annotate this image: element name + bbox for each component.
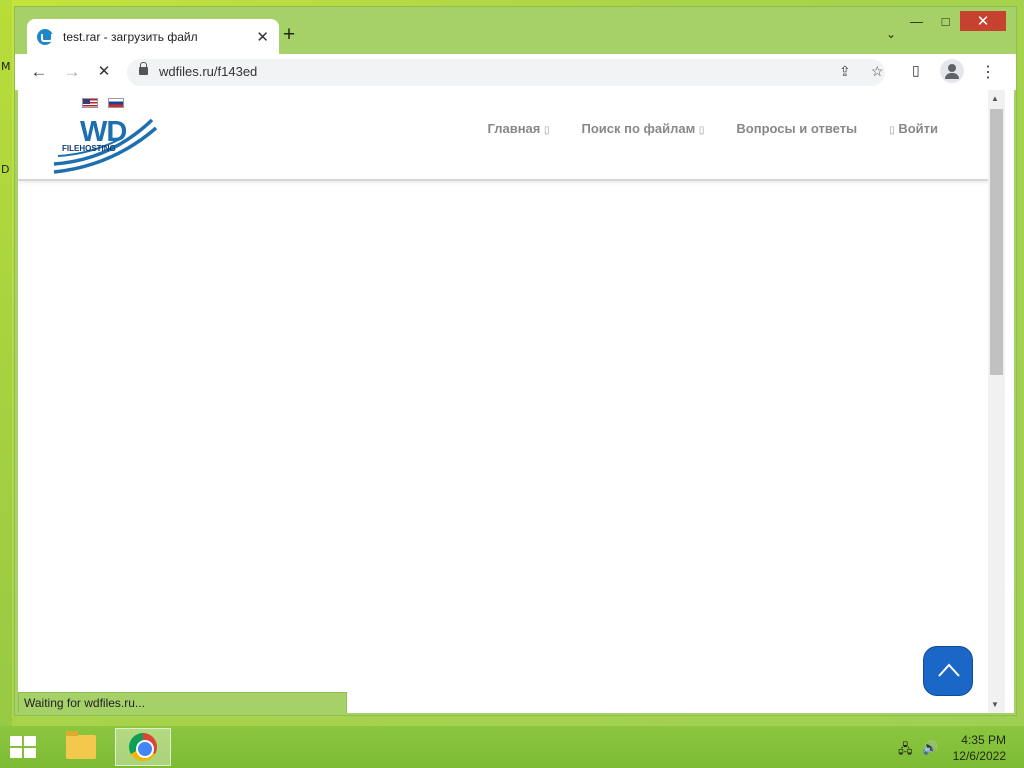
nav-login-link[interactable]: ▯ Войти [889, 121, 938, 136]
url-text[interactable]: wdfiles.ru/f143ed [159, 64, 257, 79]
russian-flag-icon[interactable] [108, 98, 124, 108]
nav-search-link[interactable]: Поиск по файлам ▯ [582, 121, 705, 136]
login-icon: ▯ [889, 125, 895, 136]
system-clock[interactable]: 4:35 PM 12/6/2022 [953, 732, 1006, 764]
nav-faq-label: Вопросы и ответы [736, 121, 858, 136]
bookmark-star-icon[interactable]: ☆ [871, 63, 884, 80]
page-viewport: WD FILEHOSTING Главная ▯ Поиск по файлам… [18, 90, 1014, 713]
stop-loading-button[interactable]: ✕ [94, 62, 114, 80]
nav-home-label: Главная [487, 121, 541, 136]
share-icon[interactable]: ⇪ [839, 63, 851, 80]
site-logo[interactable]: WD FILEHOSTING [52, 114, 162, 176]
desktop-icon-label[interactable]: M [1, 60, 11, 73]
desktop-icon-label[interactable]: D [1, 163, 9, 176]
english-flag-icon[interactable] [82, 98, 98, 108]
start-windows-icon[interactable] [10, 736, 38, 760]
window-controls: — □ ✕ [902, 11, 1006, 31]
maximize-button[interactable]: □ [931, 11, 960, 31]
clock-time: 4:35 PM [961, 733, 1006, 747]
folder-icon [66, 731, 96, 759]
scrollbar-thumb[interactable] [990, 109, 1003, 375]
tab-close-icon[interactable]: ✕ [256, 28, 269, 46]
back-button[interactable]: ← [29, 62, 49, 82]
minimize-button[interactable]: — [902, 11, 931, 31]
profile-avatar-icon[interactable] [940, 59, 964, 83]
home-icon: ▯ [544, 125, 550, 136]
new-tab-button[interactable]: + [277, 23, 301, 47]
chrome-icon [129, 733, 157, 761]
browser-window: — □ ✕ test.rar - загрузить файл ✕ + ⌄ ← … [14, 6, 1017, 716]
logo-subtext: FILEHOSTING [62, 144, 116, 153]
taskbar-explorer[interactable] [53, 728, 109, 766]
browser-menu-icon[interactable]: ⋮ [980, 62, 996, 82]
address-bar[interactable]: wdfiles.ru/f143ed ⇪ ☆ [127, 59, 885, 86]
taskbar-chrome[interactable] [115, 728, 171, 766]
clock-date: 12/6/2022 [952, 749, 1006, 763]
status-bar: Waiting for wdfiles.ru... [18, 692, 347, 713]
nav-search-label: Поиск по файлам [581, 121, 696, 136]
desktop-background [0, 0, 12, 768]
site-header: WD FILEHOSTING Главная ▯ Поиск по файлам… [18, 90, 988, 181]
lock-icon[interactable] [139, 62, 148, 75]
close-button[interactable]: ✕ [960, 11, 1006, 31]
nav-home-link[interactable]: Главная ▯ [488, 121, 550, 136]
scroll-down-icon[interactable]: ▼ [991, 700, 999, 709]
site-favicon-icon [37, 29, 53, 45]
chevron-up-icon [938, 663, 960, 677]
browser-toolbar: ← → ✕ wdfiles.ru/f143ed ⇪ ☆ ▯ ⋮ [15, 54, 1016, 90]
forward-button[interactable]: → [62, 62, 82, 82]
scroll-up-icon[interactable]: ▲ [991, 94, 999, 103]
nav-faq-link[interactable]: Вопросы и ответы [736, 121, 857, 136]
nav-login-label: Войти [898, 121, 938, 136]
search-icon: ▯ [698, 125, 705, 136]
page-scrollbar[interactable]: ▲ ▼ [988, 90, 1005, 713]
back-to-top-button[interactable] [923, 646, 973, 696]
network-icon[interactable]: 🖧 [898, 740, 913, 762]
site-nav: Главная ▯ Поиск по файлам ▯ Вопросы и от… [488, 121, 939, 136]
volume-icon[interactable]: 🔊 [922, 740, 938, 756]
side-panel-icon[interactable]: ▯ [912, 62, 920, 79]
browser-tab[interactable]: test.rar - загрузить файл ✕ [27, 19, 279, 55]
taskbar: 🖧 🔊 4:35 PM 12/6/2022 [0, 726, 1024, 768]
tab-search-chevron-icon[interactable]: ⌄ [886, 27, 896, 41]
tab-title: test.rar - загрузить файл [63, 30, 198, 44]
